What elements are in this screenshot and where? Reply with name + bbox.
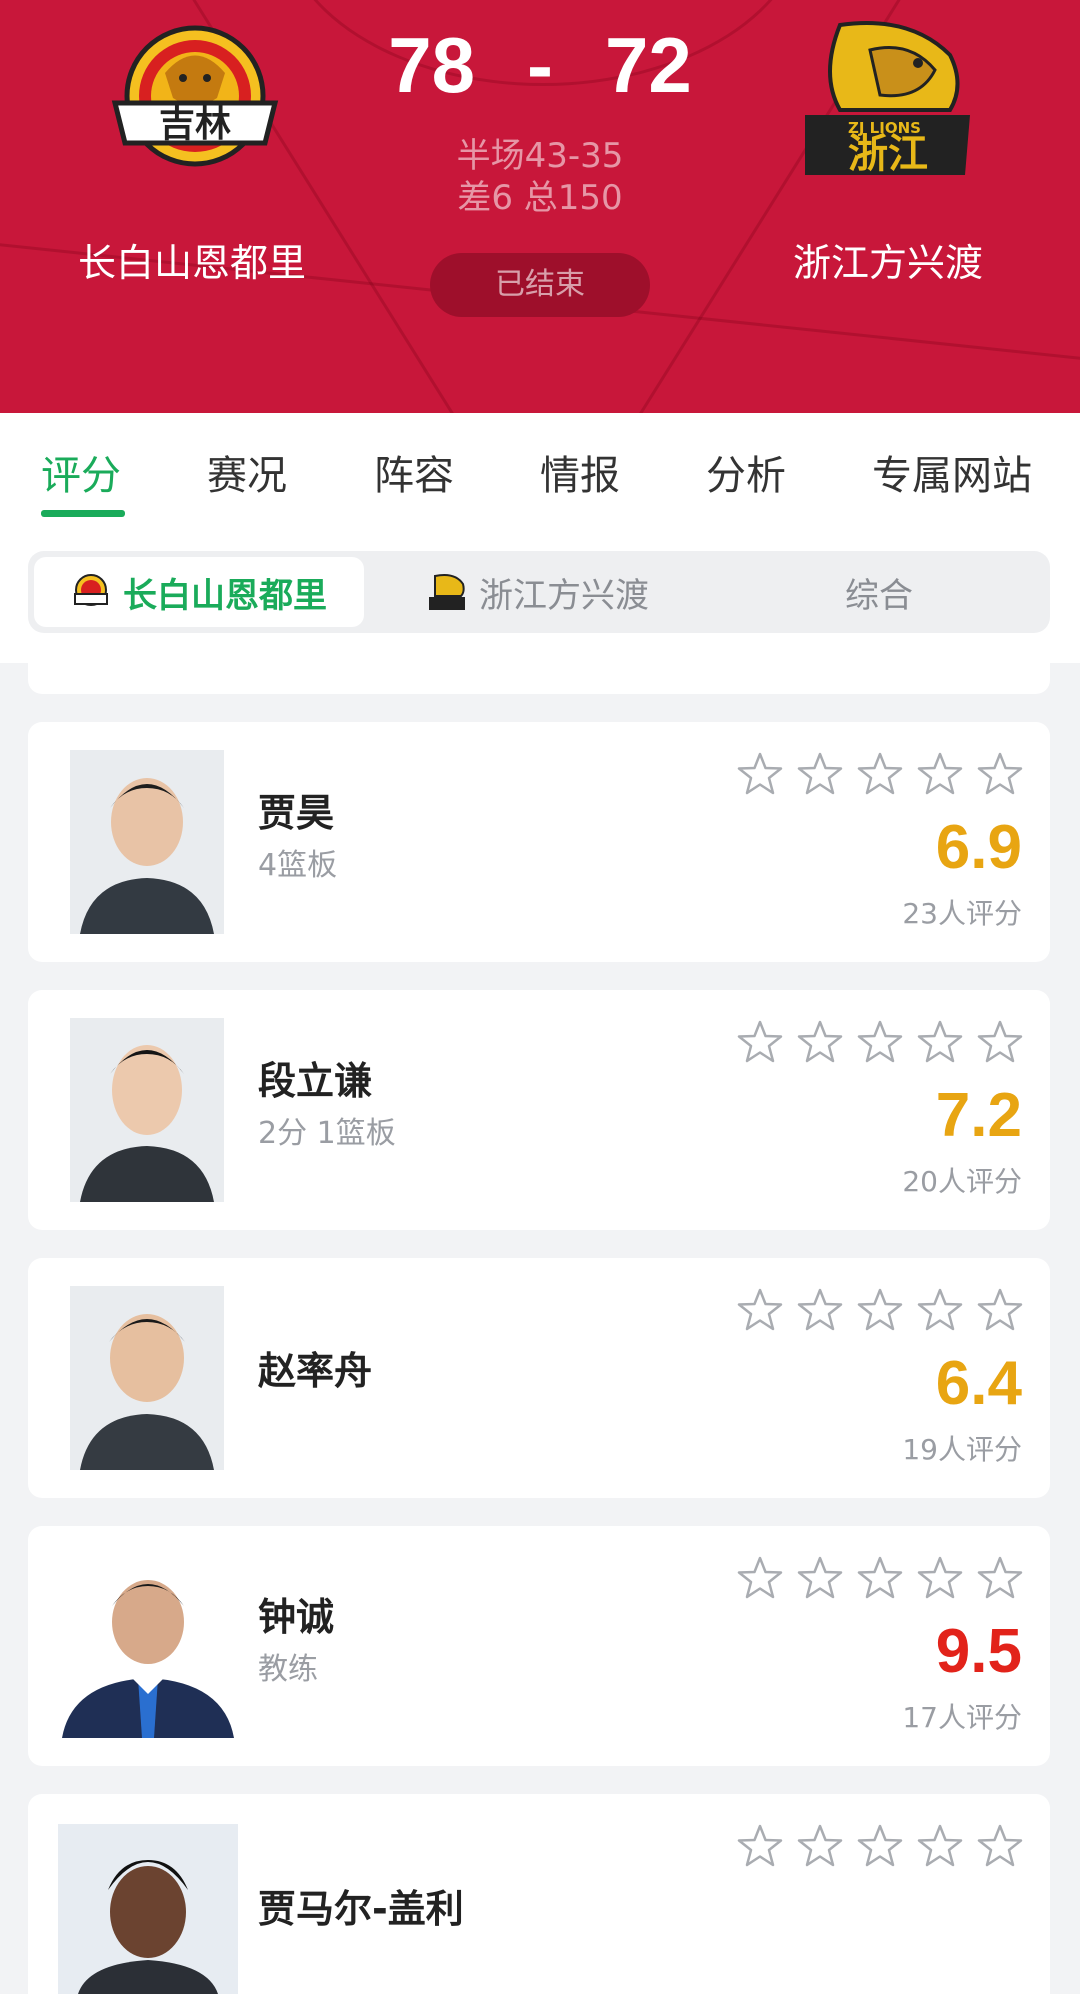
- player-name: 赵率舟: [258, 1349, 373, 1393]
- diff-total: 差6 总150: [457, 178, 623, 218]
- star-icon[interactable]: [976, 1286, 1024, 1334]
- player-card[interactable]: 贾昊 4篮板 6.9 23人评分: [28, 722, 1050, 962]
- coach-rating: 9.5: [935, 1617, 1022, 1686]
- star-icon[interactable]: [916, 750, 964, 798]
- rating-count: 20人评分: [902, 1165, 1022, 1198]
- svg-text:吉林: 吉林: [159, 104, 231, 145]
- player-card[interactable]: 贾马尔-盖利: [28, 1794, 1050, 1994]
- player-stat: 4篮板: [258, 848, 338, 883]
- coach-photo: [58, 1554, 238, 1738]
- player-rating: 6.9: [935, 813, 1022, 882]
- switch-label: 综合: [845, 575, 913, 616]
- switch-label: 浙江方兴渡: [479, 575, 649, 616]
- player-name: 贾昊: [258, 791, 335, 835]
- away-team-logo[interactable]: ZJ LIONS 浙江: [800, 15, 975, 180]
- player-photo: [70, 1018, 224, 1202]
- player-rating: 6.4: [935, 1349, 1022, 1418]
- star-icon[interactable]: [976, 1554, 1024, 1602]
- rating-count: 17人评分: [902, 1701, 1022, 1734]
- rating-count: 19人评分: [902, 1433, 1022, 1466]
- switch-home-team[interactable]: 长白山恩都里: [34, 557, 364, 627]
- switch-label: 长白山恩都里: [123, 575, 327, 616]
- player-card[interactable]: 段立谦 2分 1篮板 7.2 20人评分: [28, 990, 1050, 1230]
- player-card[interactable]: 赵率舟 6.4 19人评分: [28, 1258, 1050, 1498]
- star-icon[interactable]: [736, 1286, 784, 1334]
- star-icon[interactable]: [796, 1018, 844, 1066]
- star-icon[interactable]: [916, 1554, 964, 1602]
- star-icon[interactable]: [916, 1822, 964, 1870]
- rating-stars[interactable]: [736, 750, 1024, 798]
- player-photo: [70, 750, 224, 934]
- star-icon[interactable]: [796, 1554, 844, 1602]
- svg-text:浙江: 浙江: [848, 131, 928, 177]
- star-icon[interactable]: [736, 1554, 784, 1602]
- star-icon[interactable]: [856, 1018, 904, 1066]
- rating-stars[interactable]: [736, 1822, 1024, 1870]
- home-score: 78: [388, 21, 475, 109]
- scoreboard: 78-72: [340, 20, 740, 111]
- team-switcher: 长白山恩都里 浙江方兴渡 综合: [28, 551, 1050, 633]
- rating-stars[interactable]: [736, 1554, 1024, 1602]
- home-team-mini-logo: [74, 574, 108, 606]
- star-icon[interactable]: [856, 1286, 904, 1334]
- star-icon[interactable]: [976, 1018, 1024, 1066]
- star-icon[interactable]: [916, 1018, 964, 1066]
- player-name: 贾马尔-盖利: [258, 1887, 464, 1931]
- coach-role: 教练: [258, 1652, 318, 1687]
- tab-lineup[interactable]: 阵容: [374, 443, 454, 501]
- star-icon[interactable]: [796, 1822, 844, 1870]
- star-icon[interactable]: [736, 750, 784, 798]
- rating-count: 23人评分: [902, 897, 1022, 930]
- tab-live[interactable]: 赛况: [207, 443, 287, 501]
- star-icon[interactable]: [856, 1822, 904, 1870]
- star-icon[interactable]: [856, 750, 904, 798]
- star-icon[interactable]: [736, 1018, 784, 1066]
- player-rating: 7.2: [935, 1081, 1022, 1150]
- star-icon[interactable]: [796, 1286, 844, 1334]
- rating-stars[interactable]: [736, 1286, 1024, 1334]
- away-team-name[interactable]: 浙江方兴渡: [718, 232, 1058, 287]
- tab-website[interactable]: 专属网站: [872, 443, 1032, 501]
- active-tab-indicator: [41, 510, 125, 517]
- rating-stars[interactable]: [736, 1018, 1024, 1066]
- star-icon[interactable]: [796, 750, 844, 798]
- switch-combined[interactable]: 综合: [714, 557, 1044, 627]
- player-stat: 2分 1篮板: [258, 1116, 396, 1151]
- match-header: 吉林 ZJ LIONS 浙江 长白山恩都里 浙江方兴渡 78-72 半场43-3…: [0, 0, 1080, 413]
- score-separator: -: [527, 21, 553, 109]
- home-team-name[interactable]: 长白山恩都里: [22, 232, 362, 287]
- star-icon[interactable]: [976, 750, 1024, 798]
- tab-rating[interactable]: 评分: [41, 443, 121, 501]
- match-status-badge: 已结束: [430, 253, 650, 317]
- coach-card[interactable]: 钟诚 教练 9.5 17人评分: [28, 1526, 1050, 1766]
- star-icon[interactable]: [856, 1554, 904, 1602]
- tab-bar: 评分 赛况 阵容 情报 分析 专属网站: [0, 413, 1080, 523]
- team-switch-section: 长白山恩都里 浙江方兴渡 综合: [0, 523, 1080, 663]
- away-team-mini-logo: [429, 574, 465, 610]
- player-name: 段立谦: [258, 1059, 373, 1103]
- player-photo: [58, 1824, 238, 1994]
- player-photo: [70, 1286, 224, 1470]
- previous-card-edge: [28, 650, 1050, 694]
- star-icon[interactable]: [976, 1822, 1024, 1870]
- away-score: 72: [604, 21, 692, 109]
- star-icon[interactable]: [736, 1822, 784, 1870]
- tab-analysis[interactable]: 分析: [706, 443, 786, 501]
- home-team-logo[interactable]: 吉林: [105, 18, 285, 178]
- star-icon[interactable]: [916, 1286, 964, 1334]
- switch-away-team[interactable]: 浙江方兴渡: [373, 557, 703, 627]
- coach-name: 钟诚: [258, 1595, 335, 1639]
- tab-intel[interactable]: 情报: [540, 443, 620, 501]
